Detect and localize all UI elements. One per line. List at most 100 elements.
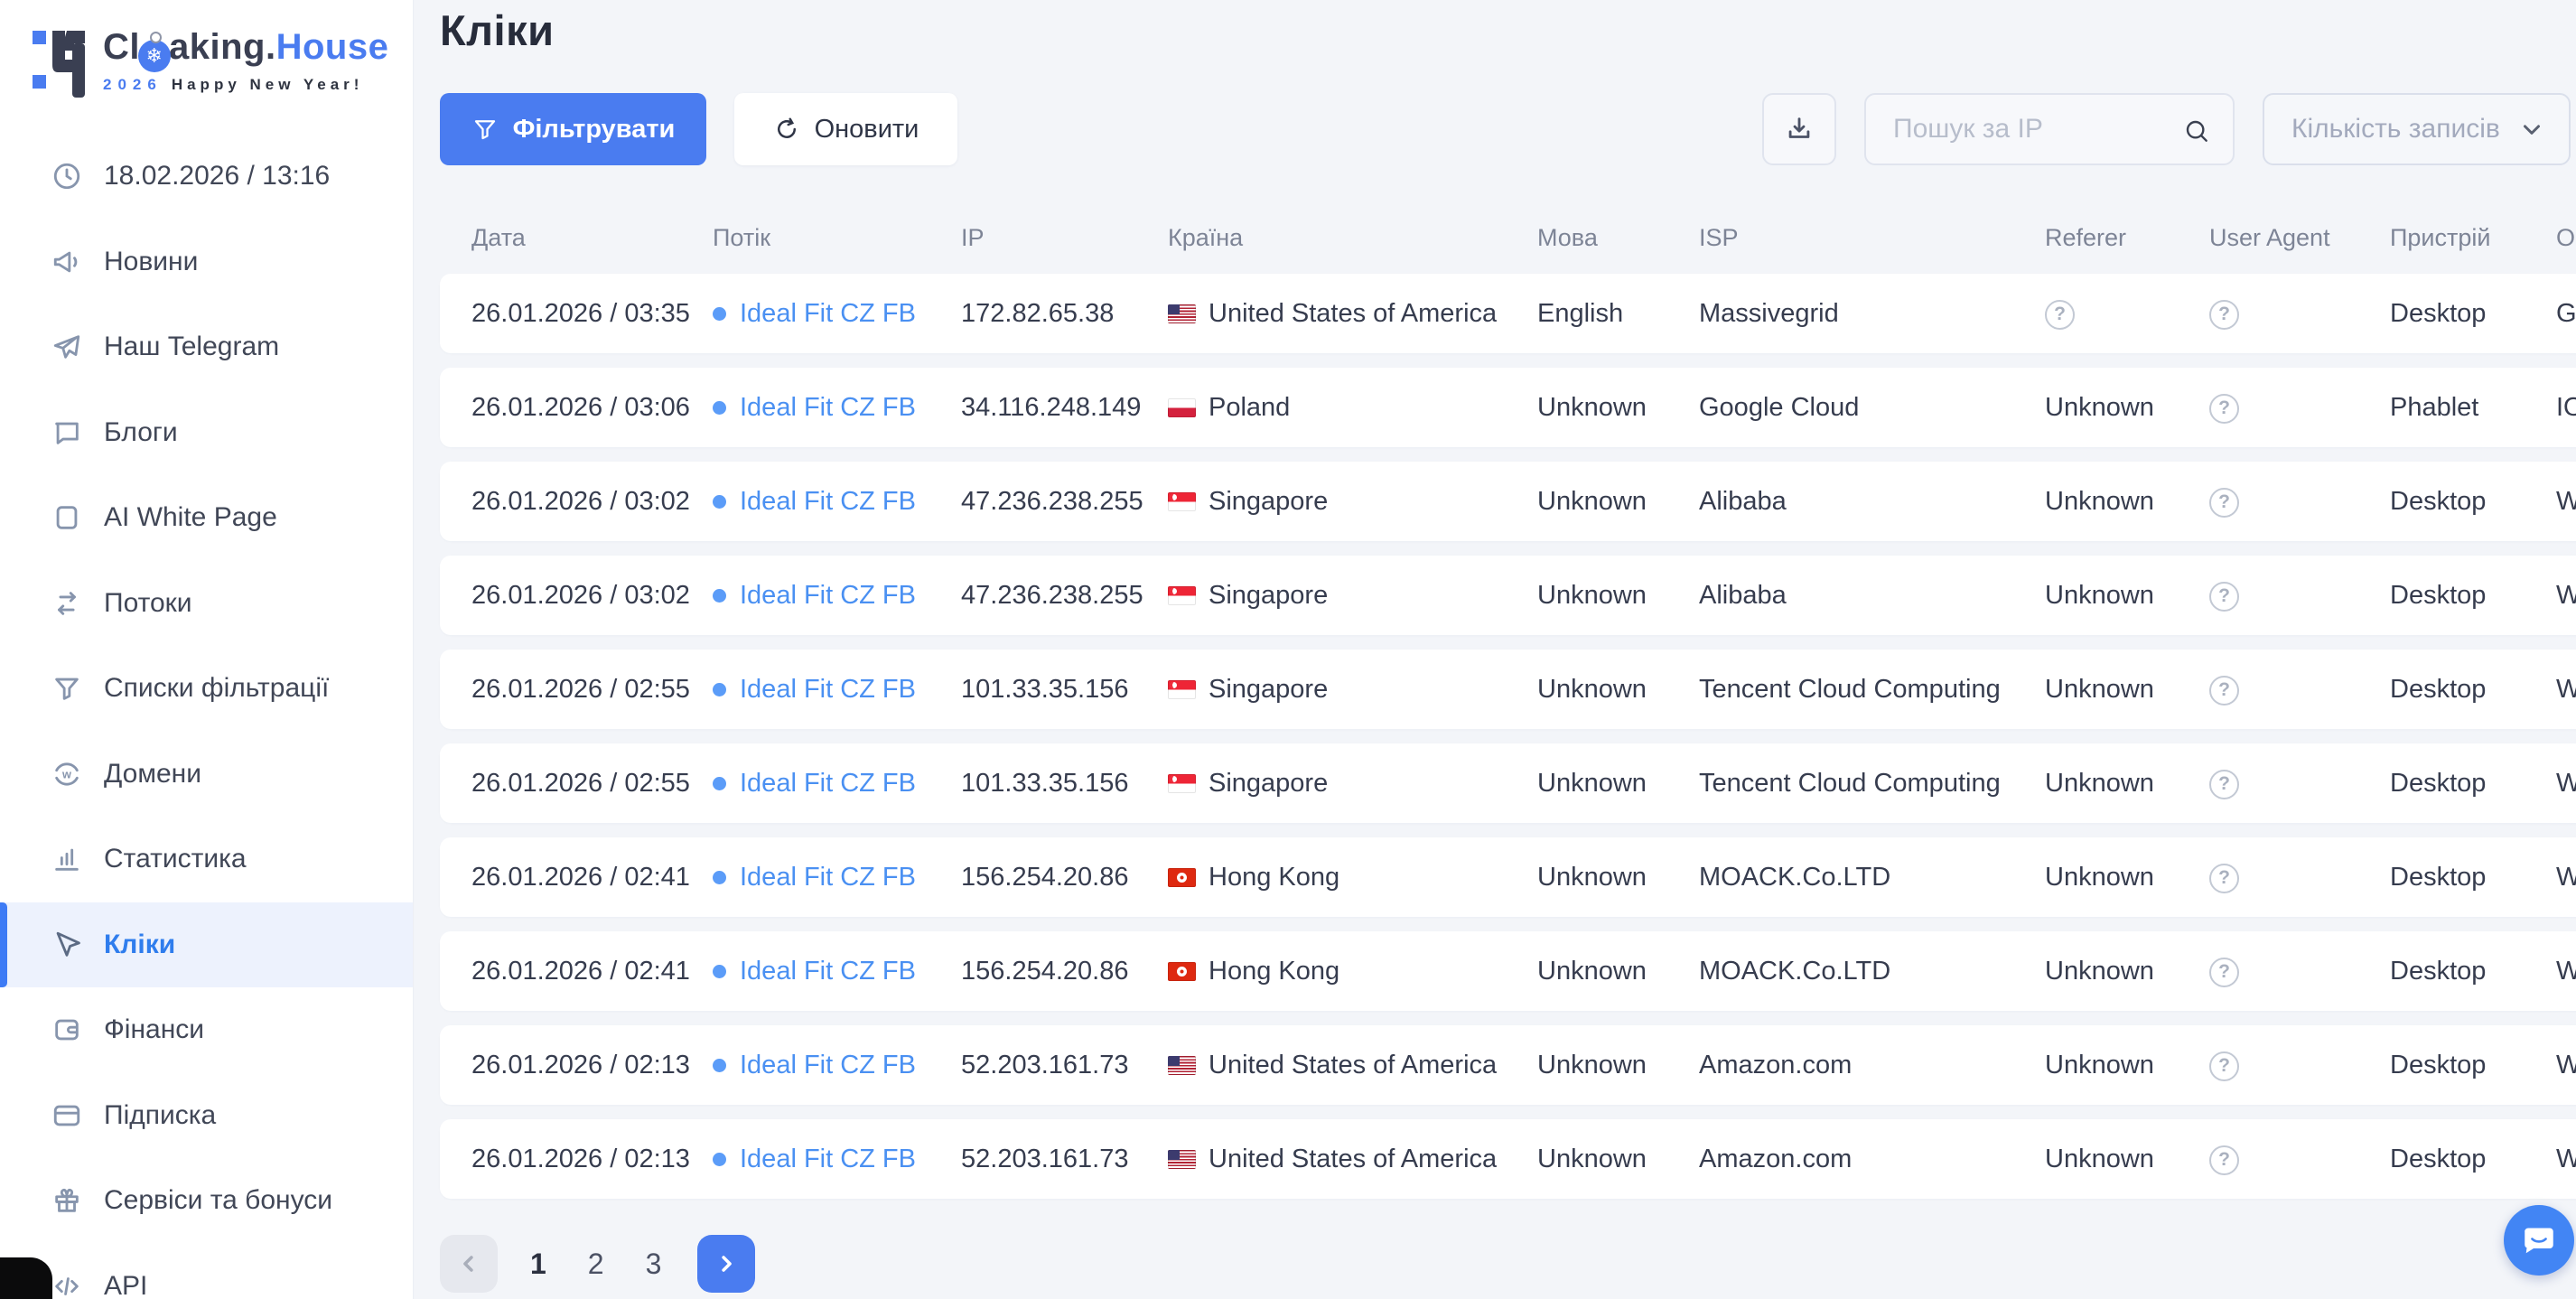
sidebar-item-services-bonuses[interactable]: Сервіси та бонуси [0, 1158, 413, 1244]
sidebar-datetime-label: 18.02.2026 / 13:16 [104, 161, 330, 192]
search-input[interactable] [1893, 114, 2191, 145]
stream-link[interactable]: Ideal Fit CZ FB [740, 769, 916, 799]
chat-launcher-button[interactable] [2504, 1205, 2574, 1276]
stream-link[interactable]: Ideal Fit CZ FB [740, 1051, 916, 1080]
sidebar-item-telegram[interactable]: Наш Telegram [0, 304, 413, 390]
stream-status-dot-icon [713, 871, 726, 884]
page-number-1[interactable]: 1 [530, 1248, 546, 1281]
sidebar-item-streams[interactable]: Потоки [0, 561, 413, 647]
cell-stream: Ideal Fit CZ FB [713, 581, 961, 611]
refresh-button[interactable]: Оновити [734, 93, 957, 165]
toolbar-right: Кількість записів [1762, 93, 2571, 165]
cell-country: Hong Kong [1168, 957, 1537, 986]
toolbar: Фільтрувати Оновити Кількість записів [440, 93, 2571, 165]
country-flag-icon [1168, 398, 1196, 417]
clock-icon [51, 161, 82, 192]
table-row: 26.01.2026 / 03:06 Ideal Fit CZ FB 34.11… [440, 368, 2576, 447]
cell-device: Desktop [2390, 675, 2556, 705]
records-count-select[interactable]: Кількість записів [2263, 93, 2571, 165]
cell-ip: 47.236.238.255 [961, 487, 1168, 517]
unknown-user-agent-icon[interactable] [2209, 488, 2239, 518]
cell-language: Unknown [1537, 581, 1699, 611]
unknown-user-agent-icon[interactable] [2209, 770, 2239, 799]
cell-date: 26.01.2026 / 03:02 [471, 487, 713, 517]
unknown-user-agent-icon[interactable] [2209, 1051, 2239, 1081]
country-name: Singapore [1209, 769, 1328, 799]
stream-link[interactable]: Ideal Fit CZ FB [740, 393, 916, 423]
table-row: 26.01.2026 / 02:41 Ideal Fit CZ FB 156.2… [440, 837, 2576, 917]
unknown-user-agent-icon[interactable] [2209, 394, 2239, 424]
app-logo[interactable]: Cl❄aking.House 2026Happy New Year! [33, 23, 413, 98]
sidebar-item-ai-white-page[interactable]: AI White Page [0, 475, 413, 561]
cell-isp: Google Cloud [1699, 393, 2045, 423]
card-icon [51, 1100, 82, 1131]
cell-stream: Ideal Fit CZ FB [713, 299, 961, 329]
stream-status-dot-icon [713, 589, 726, 603]
cell-date: 26.01.2026 / 02:41 [471, 957, 713, 986]
cell-device: Phablet [2390, 393, 2556, 423]
stream-link[interactable]: Ideal Fit CZ FB [740, 1145, 916, 1174]
unknown-referer-icon[interactable] [2045, 300, 2075, 330]
cell-device: Desktop [2390, 1051, 2556, 1080]
cell-user-agent [2209, 1143, 2390, 1175]
sidebar-item-blogs[interactable]: Блоги [0, 390, 413, 476]
page-number-2[interactable]: 2 [588, 1248, 604, 1281]
stream-status-dot-icon [713, 777, 726, 790]
page-number-3[interactable]: 3 [646, 1248, 662, 1281]
sidebar-item-clicks[interactable]: Кліки [0, 902, 413, 988]
sidebar: Cl❄aking.House 2026Happy New Year! 18.02… [0, 0, 414, 1299]
unknown-user-agent-icon[interactable] [2209, 1145, 2239, 1175]
logo-tagline: 2026Happy New Year! [103, 76, 388, 94]
stream-status-dot-icon [713, 401, 726, 415]
cell-isp: Amazon.com [1699, 1145, 2045, 1174]
cell-user-agent [2209, 767, 2390, 799]
cell-country: Singapore [1168, 769, 1537, 799]
cell-device: Desktop [2390, 957, 2556, 986]
unknown-user-agent-icon[interactable] [2209, 676, 2239, 706]
col-user-agent: User Agent [2209, 224, 2390, 252]
stream-link[interactable]: Ideal Fit CZ FB [740, 957, 916, 986]
sidebar-item-finances[interactable]: Фінанси [0, 987, 413, 1073]
page-numbers: 1 2 3 [530, 1248, 661, 1281]
next-page-button[interactable] [697, 1235, 755, 1293]
cell-country: Hong Kong [1168, 863, 1537, 892]
stream-link[interactable]: Ideal Fit CZ FB [740, 581, 916, 611]
cell-referer: Unknown [2045, 957, 2209, 986]
cell-country: Poland [1168, 393, 1537, 423]
cell-device: Desktop [2390, 1145, 2556, 1174]
sidebar-item-filter-lists[interactable]: Списки фільтрації [0, 646, 413, 732]
stream-link[interactable]: Ideal Fit CZ FB [740, 863, 916, 892]
unknown-user-agent-icon[interactable] [2209, 958, 2239, 987]
stream-link[interactable]: Ideal Fit CZ FB [740, 675, 916, 705]
sidebar-item-domains[interactable]: w Домени [0, 732, 413, 818]
country-flag-icon [1168, 492, 1196, 511]
unknown-user-agent-icon[interactable] [2209, 300, 2239, 330]
stream-link[interactable]: Ideal Fit CZ FB [740, 487, 916, 517]
pagination: 1 2 3 [440, 1235, 2571, 1293]
referer-text: Unknown [2045, 393, 2154, 422]
prev-page-button[interactable] [440, 1235, 498, 1293]
filter-button[interactable]: Фільтрувати [440, 93, 706, 165]
cell-os: Windows [2556, 675, 2576, 705]
cell-isp: MOACK.Co.LTD [1699, 863, 2045, 892]
download-button[interactable] [1762, 93, 1836, 165]
unknown-user-agent-icon[interactable] [2209, 864, 2239, 893]
cell-user-agent [2209, 485, 2390, 518]
brand-name: Cl❄aking.House [103, 27, 388, 73]
cell-os: GNU/Linux [2556, 299, 2576, 329]
cell-device: Desktop [2390, 581, 2556, 611]
sidebar-item-api[interactable]: API [0, 1244, 413, 1299]
stream-link[interactable]: Ideal Fit CZ FB [740, 299, 916, 329]
cell-isp: Amazon.com [1699, 1051, 2045, 1080]
chat-icon [51, 417, 82, 448]
sidebar-item-subscription[interactable]: Підписка [0, 1073, 413, 1159]
cell-date: 26.01.2026 / 03:02 [471, 581, 713, 611]
sidebar-item-news[interactable]: Новини [0, 220, 413, 305]
sidebar-item-statistics[interactable]: Статистика [0, 817, 413, 902]
table-row: 26.01.2026 / 03:02 Ideal Fit CZ FB 47.23… [440, 462, 2576, 541]
cell-os: Windows [2556, 487, 2576, 517]
search-box [1864, 93, 2235, 165]
unknown-user-agent-icon[interactable] [2209, 582, 2239, 612]
cell-stream: Ideal Fit CZ FB [713, 957, 961, 986]
telegram-icon [51, 332, 82, 362]
